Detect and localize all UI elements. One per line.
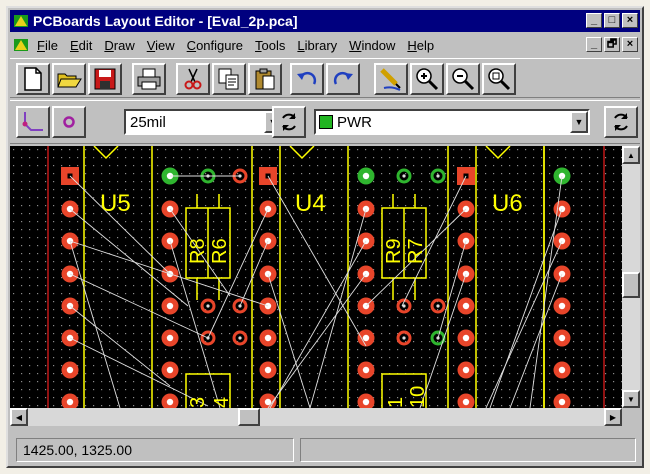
zoom-fit-icon — [488, 68, 511, 91]
save-button[interactable] — [88, 63, 122, 95]
dot-grid — [10, 146, 622, 408]
menu-draw[interactable]: Draw — [104, 38, 134, 53]
ic-label: U6 — [492, 190, 523, 217]
open-folder-icon — [57, 73, 82, 88]
close-button[interactable]: × — [622, 13, 638, 28]
title-bar[interactable]: PCBoards Layout Editor - [Eval_2p.pca] _… — [10, 10, 640, 32]
refresh-icon — [614, 113, 628, 131]
vertical-scroll-thumb[interactable] — [622, 272, 640, 298]
zoom-fit-button[interactable] — [482, 63, 516, 95]
main-toolbar — [10, 58, 640, 98]
menu-view[interactable]: View — [147, 38, 175, 53]
redo-icon — [333, 71, 353, 85]
menu-bar: File Edit Draw View Configure Tools Libr… — [10, 34, 640, 56]
via-button[interactable] — [52, 106, 86, 138]
paste-button[interactable] — [248, 63, 282, 95]
coordinates-readout: 1425.00, 1325.00 — [16, 438, 294, 462]
scroll-left-button[interactable]: ◀ — [10, 408, 28, 426]
scroll-corner — [622, 408, 640, 426]
refresh-net-button[interactable] — [604, 106, 638, 138]
routing-toolbar: 25mil ▼ PWR ▼ — [10, 100, 640, 144]
open-button[interactable] — [52, 63, 86, 95]
copy-button[interactable] — [212, 63, 246, 95]
window-title: PCBoards Layout Editor - [Eval_2p.pca] — [33, 13, 298, 29]
menu-library[interactable]: Library — [297, 38, 337, 53]
trace-width-select[interactable]: 25mil ▼ — [124, 109, 284, 135]
menu-help[interactable]: Help — [407, 38, 434, 53]
route-trace-icon — [22, 112, 43, 131]
redo-button[interactable] — [326, 63, 360, 95]
refresh-icon — [282, 113, 296, 131]
chevron-down-icon[interactable]: ▼ — [570, 111, 588, 133]
paste-icon — [255, 68, 275, 90]
zoom-in-icon — [416, 68, 439, 91]
menu-window[interactable]: Window — [349, 38, 395, 53]
trace-width-value: 25mil — [130, 113, 166, 131]
zoom-out-button[interactable] — [446, 63, 480, 95]
menu-tools[interactable]: Tools — [255, 38, 285, 53]
scroll-right-button[interactable]: ▶ — [604, 408, 622, 426]
cut-scissors-icon — [184, 68, 202, 90]
pcb-canvas[interactable]: U5 U4 U6 R8 R6 R9 R7 3 4 1 10 — [10, 146, 622, 408]
resistor-label: R6 — [209, 238, 231, 264]
undo-button[interactable] — [290, 63, 324, 95]
route-trace-button[interactable] — [16, 106, 50, 138]
print-button[interactable] — [132, 63, 166, 95]
new-button[interactable] — [16, 63, 50, 95]
cut-button[interactable] — [176, 63, 210, 95]
doc-restore-button[interactable]: 🗗 — [604, 37, 620, 52]
net-color-swatch — [319, 115, 333, 129]
maximize-button[interactable]: □ — [604, 13, 620, 28]
minimize-button[interactable]: _ — [586, 13, 602, 28]
zoom-out-icon — [452, 68, 475, 91]
doc-minimize-button[interactable]: _ — [586, 37, 602, 52]
scroll-down-button[interactable]: ▼ — [622, 390, 640, 408]
resistor-label: R9 — [383, 238, 405, 264]
horizontal-scroll-thumb[interactable] — [238, 408, 260, 426]
resistor-label: 1 — [385, 397, 407, 408]
zoom-in-button[interactable] — [410, 63, 444, 95]
net-value: PWR — [337, 113, 372, 131]
resistor-label: 3 — [187, 397, 209, 408]
via-icon — [63, 116, 75, 128]
status-message-pane — [300, 438, 636, 462]
net-select[interactable]: PWR ▼ — [314, 109, 590, 135]
menu-file[interactable]: File — [37, 38, 58, 53]
menu-configure[interactable]: Configure — [187, 38, 243, 53]
route-pen-icon — [380, 68, 401, 91]
resistor-label: 10 — [407, 386, 429, 408]
vertical-scrollbar[interactable]: ▲ ▼ — [622, 146, 640, 408]
ic-label: U4 — [295, 190, 326, 217]
app-window: PCBoards Layout Editor - [Eval_2p.pca] _… — [6, 6, 644, 468]
doc-close-button[interactable]: × — [622, 37, 638, 52]
horizontal-scrollbar[interactable]: ◀ ▶ — [10, 408, 622, 426]
undo-icon — [297, 71, 317, 85]
document-icon[interactable] — [13, 37, 29, 53]
copy-icon — [218, 68, 239, 90]
resistor-label: 4 — [211, 397, 233, 408]
app-icon — [13, 13, 29, 29]
route-button[interactable] — [374, 63, 408, 95]
new-file-icon — [24, 67, 42, 91]
scroll-up-button[interactable]: ▲ — [622, 146, 640, 164]
save-disk-icon — [94, 68, 116, 90]
status-bar: 1425.00, 1325.00 — [10, 430, 640, 466]
ic-label: U5 — [100, 190, 131, 217]
resistor-label: R7 — [405, 238, 427, 264]
print-icon — [137, 68, 161, 90]
refresh-width-button[interactable] — [272, 106, 306, 138]
resistor-label: R8 — [187, 238, 209, 264]
menu-edit[interactable]: Edit — [70, 38, 92, 53]
